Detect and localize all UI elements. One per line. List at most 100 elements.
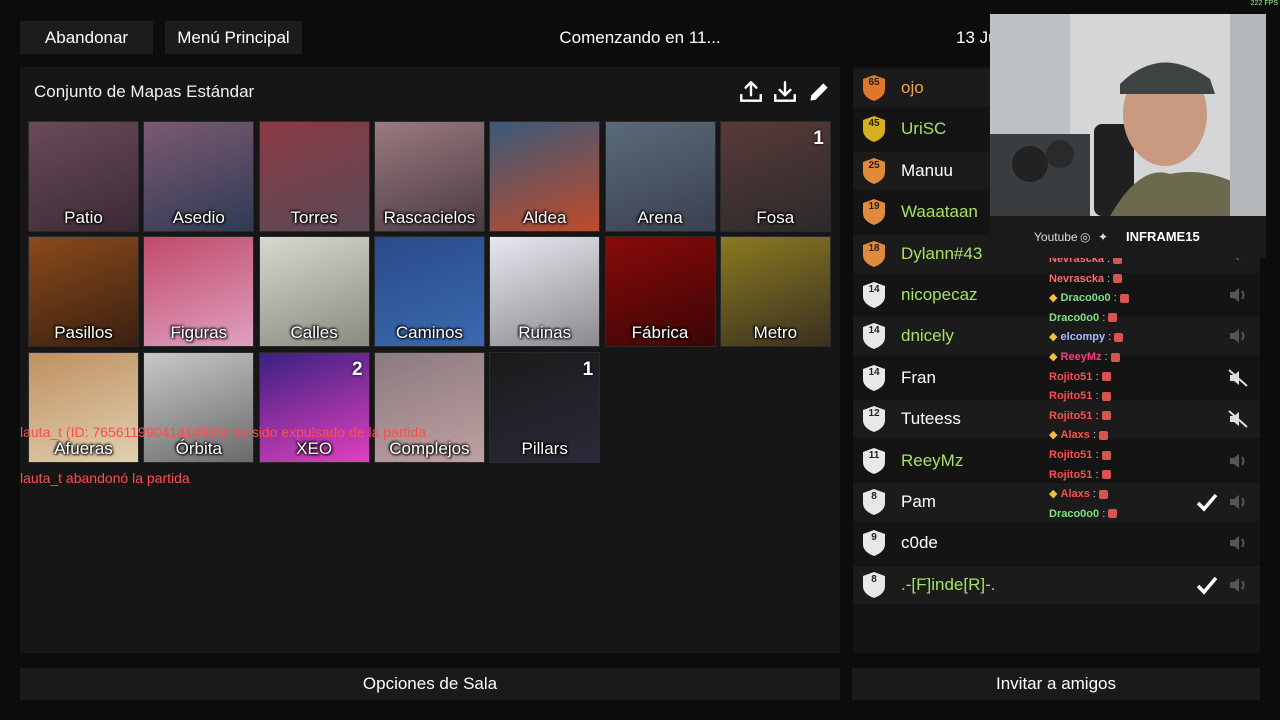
chat-separator: : bbox=[1099, 507, 1106, 520]
map-tile[interactable]: Figuras bbox=[143, 236, 255, 348]
map-name: Aldea bbox=[522, 208, 567, 227]
player-level: 8 bbox=[871, 491, 877, 502]
level-badge-icon: 14 bbox=[861, 281, 887, 309]
chat-separator: : bbox=[1110, 292, 1117, 305]
map-name: Afueras bbox=[54, 438, 113, 458]
chat-separator: : bbox=[1101, 350, 1108, 363]
map-tile[interactable]: Aldea bbox=[489, 121, 601, 232]
map-tile[interactable]: XEO 2 bbox=[258, 351, 370, 463]
chat-line: Rojito51 : bbox=[1049, 407, 1209, 427]
upload-icon[interactable] bbox=[738, 79, 764, 105]
chat-separator: : bbox=[1092, 448, 1099, 461]
chat-badge-icon: ◆ bbox=[1049, 331, 1061, 344]
muted-speaker-icon[interactable] bbox=[1227, 368, 1249, 388]
map-tile[interactable]: Fábrica bbox=[604, 236, 716, 348]
speaker-icon[interactable] bbox=[1227, 575, 1249, 595]
edit-icon[interactable] bbox=[806, 79, 832, 105]
chat-username: Draco0o0 bbox=[1049, 311, 1100, 324]
player-level: 25 bbox=[868, 159, 880, 171]
map-tile[interactable]: Fosa 1 bbox=[719, 121, 831, 232]
level-badge-icon: 14 bbox=[861, 364, 887, 392]
map-name: Caminos bbox=[395, 323, 463, 343]
chat-emote-icon bbox=[1114, 332, 1124, 342]
speaker-icon[interactable] bbox=[1227, 492, 1249, 512]
speaker-icon[interactable] bbox=[1227, 285, 1249, 305]
chat-emote-icon bbox=[1119, 293, 1129, 303]
chat-badge-icon: ◆ bbox=[1049, 488, 1061, 501]
speaker-icon[interactable] bbox=[1227, 533, 1249, 553]
chat-separator: : bbox=[1104, 272, 1111, 285]
main-menu-button[interactable]: Menú Principal bbox=[165, 21, 302, 54]
map-tile[interactable]: Metro bbox=[719, 236, 831, 348]
player-name: ojo bbox=[901, 78, 924, 97]
chat-line: ◆ Alaxs : bbox=[1049, 485, 1209, 505]
player-name: c0de bbox=[901, 533, 938, 553]
chat-username: Rojito51 bbox=[1049, 448, 1093, 461]
player-name: Dylann#43 bbox=[901, 243, 983, 263]
chat-separator: : bbox=[1092, 370, 1099, 383]
map-tile[interactable]: Órbita bbox=[143, 351, 255, 463]
player-row[interactable]: 8 .-[F]inde[R]-. bbox=[853, 565, 1260, 604]
map-tile[interactable]: Complejos bbox=[373, 351, 485, 463]
map-tile[interactable]: Calles bbox=[258, 236, 370, 348]
map-tile[interactable]: Pasillos bbox=[28, 236, 139, 348]
chat-emote-icon bbox=[1099, 430, 1108, 440]
stream-chat-overlay: Nevrascka : Nevrascka : ◆ Draco0o0 : Draco0… bbox=[1049, 250, 1209, 524]
map-name: Asedio bbox=[172, 208, 225, 227]
chat-emote-icon bbox=[1113, 274, 1123, 284]
chat-separator: : bbox=[1099, 311, 1106, 324]
map-name: Arena bbox=[637, 208, 683, 227]
chat-username: Alaxs bbox=[1060, 488, 1090, 501]
chat-line: Nevrascka : bbox=[1049, 270, 1209, 290]
left-message: lauta_t abandonó la partida bbox=[20, 470, 190, 486]
fps-counter: 222 FPS bbox=[1250, 0, 1278, 7]
ready-check-icon bbox=[1196, 574, 1218, 596]
map-tile[interactable]: Rascacielos bbox=[373, 121, 485, 232]
level-badge-icon: 65 bbox=[861, 74, 887, 102]
map-name: Calles bbox=[290, 323, 338, 343]
chat-line: Rojito51 : bbox=[1049, 368, 1209, 388]
chat-separator: : bbox=[1089, 429, 1096, 442]
muted-speaker-icon[interactable] bbox=[1227, 409, 1249, 429]
map-name: Órbita bbox=[175, 438, 222, 458]
room-options-button[interactable]: Opciones de Sala bbox=[20, 668, 840, 700]
level-badge-icon: 19 bbox=[861, 198, 887, 226]
chat-username: Alaxs bbox=[1060, 429, 1090, 442]
player-level: 65 bbox=[868, 77, 880, 88]
invite-friends-button[interactable]: Invitar a amigos bbox=[852, 668, 1260, 700]
map-vote-count: 1 bbox=[813, 128, 824, 149]
level-badge-icon: 45 bbox=[861, 115, 887, 143]
speaker-icon[interactable] bbox=[1227, 451, 1249, 471]
download-icon[interactable] bbox=[772, 79, 798, 105]
map-tile[interactable]: Afueras bbox=[28, 351, 139, 463]
countdown-text: Comenzando en 11... bbox=[559, 28, 721, 47]
level-badge-icon: 8 bbox=[861, 488, 887, 516]
map-tile[interactable]: Ruinas bbox=[489, 236, 601, 348]
player-row[interactable]: 9 c0de bbox=[853, 524, 1260, 562]
speaker-icon[interactable] bbox=[1227, 326, 1249, 346]
leave-button[interactable]: Abandonar bbox=[20, 21, 153, 54]
player-name: .-[F]inde[R]-. bbox=[901, 574, 996, 594]
map-tile[interactable]: Torres bbox=[258, 121, 370, 232]
chat-line: Draco0o0 : bbox=[1049, 505, 1209, 525]
chat-emote-icon bbox=[1101, 470, 1111, 480]
player-name: Tuteess bbox=[901, 409, 961, 429]
level-badge-icon: 14 bbox=[861, 322, 887, 350]
player-name: UriSC bbox=[901, 119, 947, 139]
chat-username: Rojito51 bbox=[1049, 370, 1093, 383]
chat-username: Draco0o0 bbox=[1049, 507, 1100, 520]
chat-line: ◆ Alaxs : bbox=[1049, 426, 1209, 446]
player-name: dnicely bbox=[901, 326, 954, 346]
player-level: 45 bbox=[868, 118, 880, 130]
map-tile[interactable]: Asedio bbox=[143, 121, 255, 232]
map-tile[interactable]: Pillars 1 bbox=[489, 351, 601, 463]
chat-emote-icon bbox=[1110, 352, 1120, 362]
chat-username: Rojito51 bbox=[1049, 390, 1093, 403]
chat-emote-icon bbox=[1101, 411, 1111, 421]
map-tile[interactable]: Arena bbox=[604, 121, 716, 232]
map-set-title: Conjunto de Mapas Estándar bbox=[34, 82, 255, 101]
map-tile[interactable]: Patio bbox=[28, 121, 139, 232]
player-level: 12 bbox=[868, 408, 880, 420]
map-tile[interactable]: Caminos bbox=[373, 236, 485, 348]
map-name: Patio bbox=[64, 208, 103, 227]
